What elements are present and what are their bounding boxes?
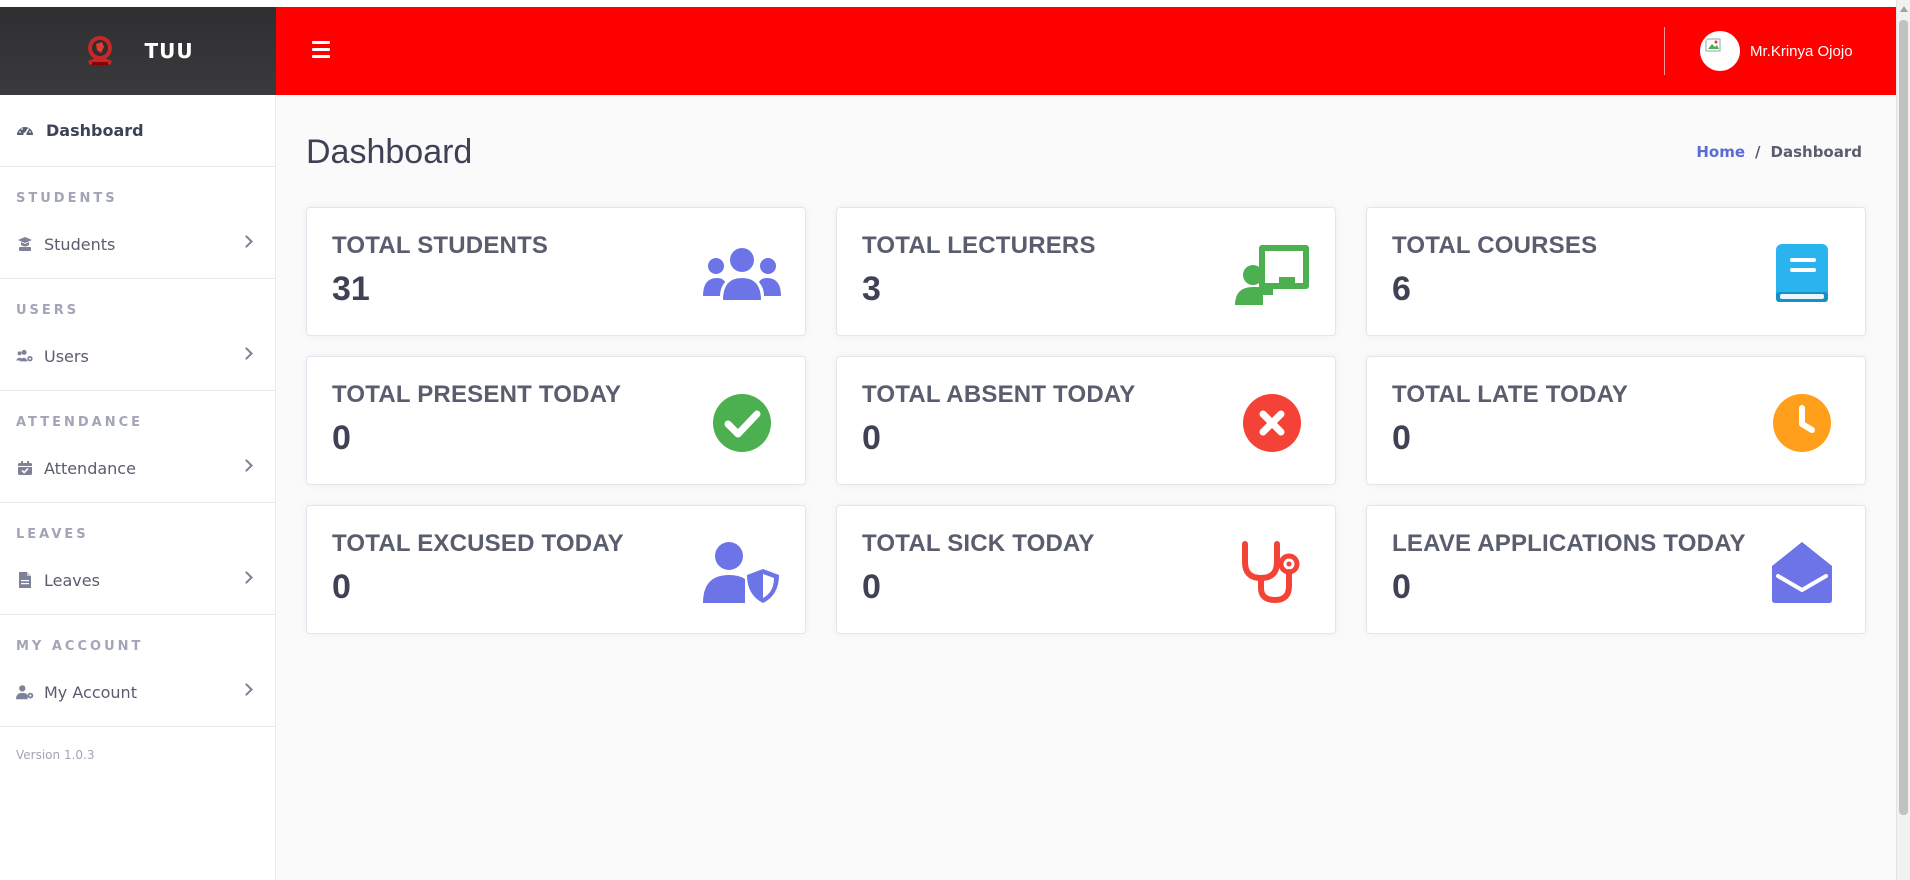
sidebar-item-users[interactable]: Users	[0, 337, 275, 375]
users-cog-icon	[16, 347, 34, 365]
section-title: MY ACCOUNT	[16, 639, 144, 654]
page-title: Dashboard	[306, 133, 473, 171]
users-icon	[703, 243, 781, 305]
card-title: TOTAL LATE TODAY	[1392, 381, 1629, 408]
scrollbar-thumb[interactable]	[1899, 20, 1908, 815]
chevron-right-icon	[240, 571, 253, 584]
brand-name: TUU	[144, 39, 194, 63]
breadcrumb-current: Dashboard	[1770, 143, 1862, 161]
user-cog-icon	[16, 683, 34, 701]
card-value: 3	[862, 270, 881, 308]
stat-card-total-late-today[interactable]: TOTAL LATE TODAY 0	[1366, 356, 1866, 485]
section-title: USERS	[16, 303, 80, 318]
sidebar-item-label: My Account	[44, 682, 137, 702]
sidebar-item-label: Leaves	[44, 570, 100, 590]
stat-card-total-sick-today[interactable]: TOTAL SICK TODAY 0	[836, 505, 1336, 634]
card-title: TOTAL ABSENT TODAY	[862, 381, 1136, 408]
card-value: 0	[1392, 568, 1411, 606]
vertical-scrollbar[interactable]	[1896, 0, 1910, 880]
user-name: Mr.Krinya Ojojo	[1750, 42, 1853, 60]
section-title: ATTENDANCE	[16, 415, 143, 430]
calendar-check-icon	[16, 459, 34, 477]
tachometer-icon	[16, 122, 34, 140]
breadcrumb-separator: /	[1755, 143, 1761, 161]
chevron-right-icon	[240, 235, 253, 248]
card-title: TOTAL LECTURERS	[862, 232, 1096, 259]
card-value: 0	[332, 419, 351, 457]
header-divider	[1664, 27, 1665, 75]
stat-card-total-excused-today[interactable]: TOTAL EXCUSED TODAY 0	[306, 505, 806, 634]
sidebar-item-leaves[interactable]: Leaves	[0, 561, 275, 599]
breadcrumb: Home / Dashboard	[1696, 143, 1862, 161]
card-title: TOTAL EXCUSED TODAY	[332, 530, 624, 557]
card-title: LEAVE APPLICATIONS TODAY	[1392, 530, 1746, 557]
brand-header[interactable]: TUU	[0, 7, 276, 95]
stat-card-total-students[interactable]: TOTAL STUDENTS 31	[306, 207, 806, 336]
sidebar-item-students[interactable]: Students	[0, 225, 275, 263]
sidebar: Dashboard STUDENTS Students USERS Users …	[0, 95, 276, 880]
book-icon	[1763, 243, 1841, 305]
sidebar-item-label: Dashboard	[46, 121, 144, 140]
times-circle-icon	[1233, 392, 1311, 454]
card-value: 31	[332, 270, 370, 308]
card-title: TOTAL PRESENT TODAY	[332, 381, 622, 408]
section-title: LEAVES	[16, 527, 89, 542]
section-title: STUDENTS	[16, 191, 118, 206]
sidebar-section-attendance: ATTENDANCE Attendance	[0, 391, 275, 503]
user-menu[interactable]: Mr.Krinya Ojojo	[1700, 31, 1853, 71]
envelope-open-icon	[1763, 541, 1841, 603]
chevron-right-icon	[240, 459, 253, 472]
stat-card-total-absent-today[interactable]: TOTAL ABSENT TODAY 0	[836, 356, 1336, 485]
university-logo-icon	[82, 33, 118, 69]
chalkboard-teacher-icon	[1233, 243, 1311, 305]
card-title: TOTAL STUDENTS	[332, 232, 549, 259]
sidebar-item-dashboard[interactable]: Dashboard	[0, 95, 275, 167]
card-value: 0	[1392, 419, 1411, 457]
chevron-right-icon	[240, 683, 253, 696]
avatar	[1700, 31, 1740, 71]
window-top-edge	[0, 0, 1910, 7]
version-label: Version 1.0.3	[16, 748, 95, 762]
stat-card-total-courses[interactable]: TOTAL COURSES 6	[1366, 207, 1866, 336]
broken-image-icon	[1705, 38, 1721, 52]
sidebar-item-label: Attendance	[44, 458, 136, 478]
breadcrumb-home-link[interactable]: Home	[1696, 143, 1745, 161]
hamburger-icon[interactable]	[312, 41, 330, 59]
clock-icon	[1763, 392, 1841, 454]
sidebar-item-attendance[interactable]: Attendance	[0, 449, 275, 487]
stat-card-total-lecturers[interactable]: TOTAL LECTURERS 3	[836, 207, 1336, 336]
scroll-up-arrow-icon[interactable]	[1900, 6, 1908, 12]
main-content: Dashboard Home / Dashboard TOTAL STUDENT…	[276, 95, 1896, 880]
sidebar-section-my-account: MY ACCOUNT My Account	[0, 615, 275, 727]
check-circle-icon	[703, 392, 781, 454]
chevron-right-icon	[240, 347, 253, 360]
sidebar-item-label: Users	[44, 346, 89, 366]
sidebar-section-leaves: LEAVES Leaves	[0, 503, 275, 615]
stat-card-total-present-today[interactable]: TOTAL PRESENT TODAY 0	[306, 356, 806, 485]
card-title: TOTAL COURSES	[1392, 232, 1598, 259]
file-icon	[16, 571, 34, 589]
sidebar-section-users: USERS Users	[0, 279, 275, 391]
user-shield-icon	[703, 541, 781, 603]
sidebar-item-my-account[interactable]: My Account	[0, 673, 275, 711]
card-value: 0	[332, 568, 351, 606]
card-value: 0	[862, 419, 881, 457]
graduate-icon	[16, 235, 34, 253]
card-value: 6	[1392, 270, 1411, 308]
card-value: 0	[862, 568, 881, 606]
sidebar-section-students: STUDENTS Students	[0, 167, 275, 279]
stethoscope-icon	[1233, 541, 1311, 604]
sidebar-item-label: Students	[44, 234, 116, 254]
top-header-bar: Mr.Krinya Ojojo	[276, 7, 1896, 95]
card-title: TOTAL SICK TODAY	[862, 530, 1095, 557]
stat-card-leave-applications-today[interactable]: LEAVE APPLICATIONS TODAY 0	[1366, 505, 1866, 634]
